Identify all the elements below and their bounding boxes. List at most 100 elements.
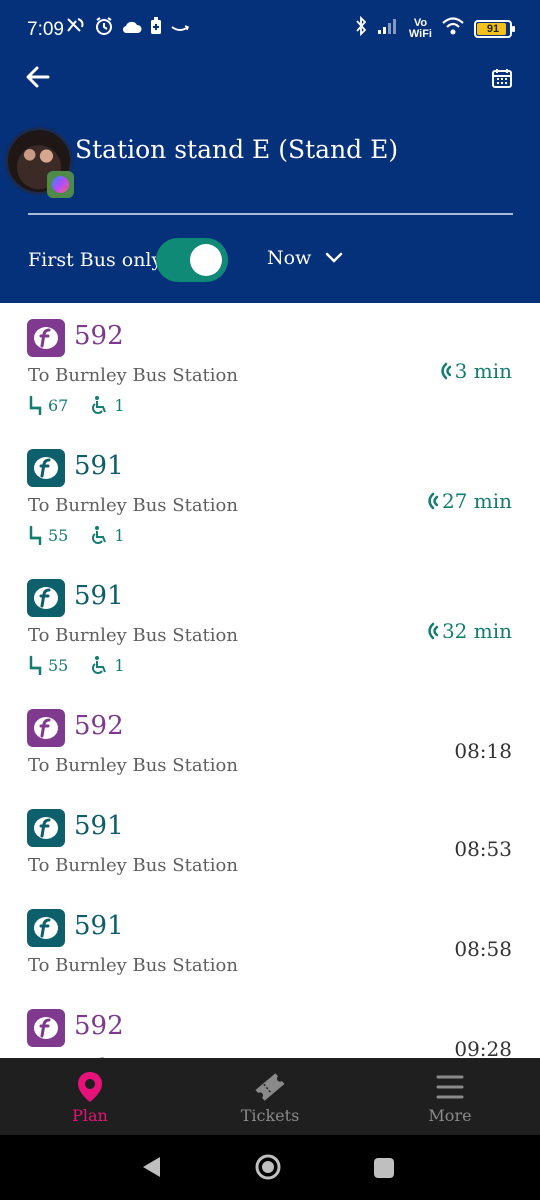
departure-row[interactable]: 591 To Burnley Bus Station 08:58: [0, 909, 540, 1009]
signal-icon: [377, 17, 399, 40]
live-departure-time: 3 min: [437, 359, 512, 383]
ticket-icon: [255, 1073, 285, 1101]
first-bus-only-label: First Bus only: [28, 249, 163, 271]
first-bus-logo-icon: [27, 809, 65, 847]
calendar-icon: [492, 69, 512, 88]
live-tracking-icon: [428, 492, 438, 510]
amazon-icon: [170, 18, 190, 39]
nav-more[interactable]: More: [360, 1058, 540, 1135]
cloud-icon: [122, 18, 142, 39]
destination-label: To Burnley Bus Station: [28, 955, 238, 976]
departure-row[interactable]: 592 To Burnley Bus Station 08:18: [0, 709, 540, 809]
menu-icon: [436, 1075, 464, 1099]
battery-icon: 91: [474, 19, 515, 38]
live-departure-time: 27 min: [424, 489, 512, 513]
nav-more-label: More: [428, 1106, 472, 1125]
nav-tickets-label: Tickets: [240, 1106, 300, 1125]
first-bus-logo-icon: [27, 709, 65, 747]
seats-available: 55: [48, 655, 69, 675]
battery-saver-icon: [150, 17, 162, 40]
scheduled-departure-time: 09:28: [454, 1037, 512, 1058]
departure-row[interactable]: 591 To Burnley Bus Station 55 1 32 min: [0, 579, 540, 709]
arrow-left-icon: [26, 66, 50, 88]
seats-available: 67: [48, 395, 69, 415]
bottom-navigation: Plan Tickets More: [0, 1058, 540, 1135]
battery-percent: 91: [486, 22, 500, 35]
calendar-button[interactable]: [490, 66, 514, 90]
status-notification-icons: [66, 16, 190, 41]
first-bus-logo-icon: [27, 1009, 65, 1047]
destination-label: To Burnley Bus Station: [28, 625, 238, 646]
status-system-icons: Vo WiFi 91: [355, 15, 515, 41]
occupancy-info: 55 1: [28, 655, 125, 675]
status-bar: 7:09 Vo WiFi 91: [0, 0, 540, 58]
wheelchair-icon: [92, 526, 107, 544]
occupancy-info: 67 1: [28, 395, 125, 415]
live-departure-time: 32 min: [424, 619, 512, 643]
seats-available: 55: [48, 525, 69, 545]
route-number: 592: [74, 1011, 124, 1041]
departure-row[interactable]: 592 To Burnley Bus Station 67 1 3 min: [0, 319, 540, 449]
wifi-icon: [442, 17, 464, 40]
seat-icon: [29, 395, 42, 415]
bluetooth-icon: [355, 15, 367, 41]
system-recents-icon[interactable]: [373, 1157, 395, 1179]
wheelchair-spaces: 1: [114, 525, 125, 545]
route-number: 591: [74, 911, 124, 941]
departure-list[interactable]: 592 To Burnley Bus Station 67 1 3 min 591 To B…: [0, 303, 540, 1058]
chevron-down-icon: [326, 252, 343, 263]
scheduled-departure-time: 08:18: [454, 739, 512, 763]
alarm-icon: [94, 16, 114, 41]
departure-time-value: 27 min: [441, 489, 512, 513]
route-number: 592: [74, 711, 124, 741]
departure-row[interactable]: 592To Burnley Bus Station09:28: [0, 1009, 540, 1058]
destination-label: To Burnley Bus Station: [28, 855, 238, 876]
destination-label: To Burnley Bus Station: [28, 755, 238, 776]
nav-tickets[interactable]: Tickets: [180, 1058, 360, 1135]
header-divider: [28, 213, 513, 215]
time-filter-value: Now: [267, 247, 312, 269]
occupancy-info: 55 1: [28, 525, 125, 545]
live-tracking-icon: [428, 622, 438, 640]
route-number: 591: [74, 451, 124, 481]
route-number: 591: [74, 811, 124, 841]
back-button[interactable]: [22, 62, 56, 92]
system-navigation-bar: [0, 1135, 540, 1200]
location-pin-icon: [78, 1072, 102, 1102]
first-bus-logo-icon: [27, 319, 65, 357]
system-home-icon[interactable]: [254, 1153, 282, 1181]
departure-time-value: 3 min: [454, 359, 512, 383]
first-bus-logo-icon: [27, 449, 65, 487]
wheelchair-icon: [92, 656, 107, 674]
app-header: 7:09 Vo WiFi 91 Station stand E (Stand E…: [0, 0, 540, 303]
missed-call-icon: [66, 17, 86, 40]
time-filter-dropdown[interactable]: Now: [267, 247, 343, 269]
route-number: 592: [74, 321, 124, 351]
departure-time-value: 32 min: [441, 619, 512, 643]
messenger-icon: [47, 171, 74, 198]
wheelchair-spaces: 1: [114, 395, 125, 415]
scheduled-departure-time: 08:58: [454, 937, 512, 961]
volte-wifi-indicator: Vo WiFi: [408, 17, 432, 40]
seat-icon: [29, 525, 42, 545]
toggle-knob: [190, 244, 222, 276]
nav-plan[interactable]: Plan: [0, 1058, 180, 1135]
live-tracking-icon: [440, 362, 451, 380]
nav-plan-label: Plan: [72, 1106, 108, 1125]
destination-label: To Burnley Bus Station: [28, 495, 238, 516]
first-bus-only-toggle[interactable]: [156, 238, 228, 282]
departure-row[interactable]: 591 To Burnley Bus Station 08:53: [0, 809, 540, 909]
destination-label: To Burnley Bus Station: [28, 365, 238, 386]
departure-row[interactable]: 591 To Burnley Bus Station 55 1 27 min: [0, 449, 540, 579]
first-bus-logo-icon: [27, 579, 65, 617]
first-bus-logo-icon: [27, 909, 65, 947]
wifi-calling-label: WiFi: [408, 27, 432, 40]
seat-icon: [29, 655, 42, 675]
route-number: 591: [74, 581, 124, 611]
system-back-icon[interactable]: [140, 1155, 162, 1179]
wheelchair-spaces: 1: [114, 655, 125, 675]
status-time: 7:09: [27, 19, 64, 40]
page-title: Station stand E (Stand E): [75, 135, 399, 164]
scheduled-departure-time: 08:53: [454, 837, 512, 861]
wheelchair-icon: [92, 396, 107, 414]
